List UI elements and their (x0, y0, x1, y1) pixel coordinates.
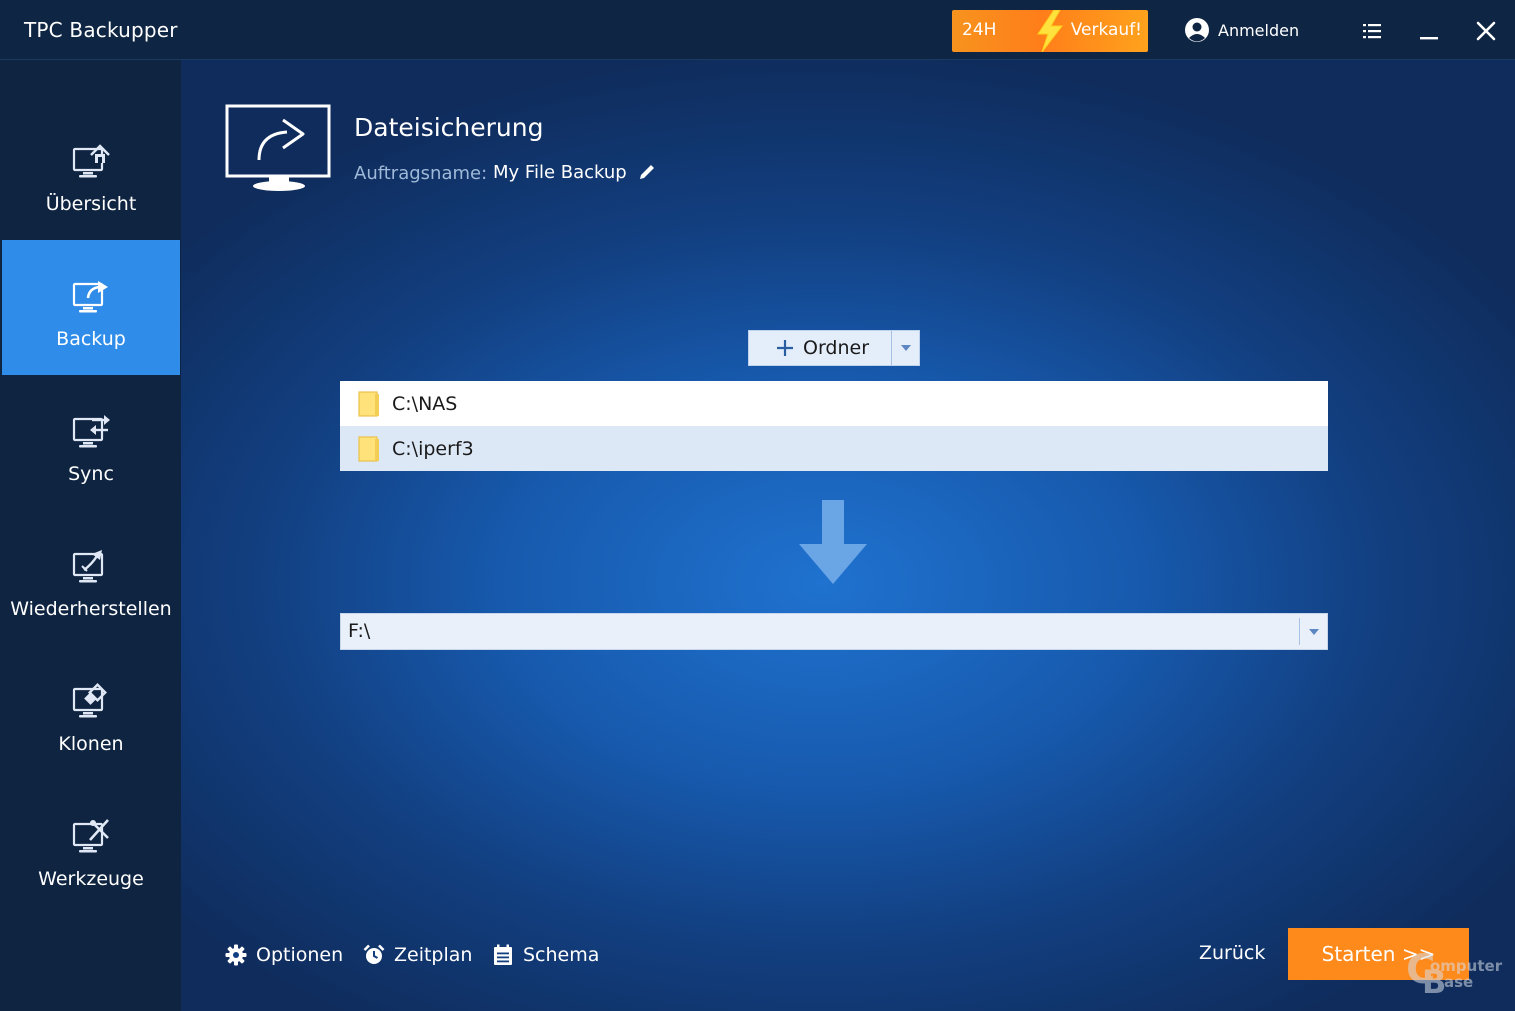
sidebar: Übersicht Backup Sync Wiederherstellen K… (0, 60, 181, 1011)
arrow-down-icon (799, 500, 867, 584)
sale-banner[interactable]: 24H Verkauf! (952, 10, 1148, 52)
sidebar-item-backup[interactable]: Backup (2, 240, 180, 375)
plus-icon (777, 340, 793, 356)
sync-monitor-icon (72, 415, 110, 448)
app-title: TPC Backupper (24, 18, 178, 42)
close-button[interactable] (1469, 14, 1503, 48)
lightning-icon (1037, 10, 1064, 52)
scheme-label: Schema (523, 944, 600, 966)
destination-dropdown[interactable] (1299, 618, 1327, 645)
backup-monitor-icon (72, 281, 108, 313)
sidebar-item-restore[interactable]: Wiederherstellen (2, 510, 180, 645)
sidebar-item-label: Übersicht (45, 193, 137, 215)
chevron-down-icon (1308, 628, 1319, 635)
pencil-icon[interactable] (637, 162, 657, 182)
destination-select[interactable]: F:\ (340, 613, 1328, 650)
main-panel: Dateisicherung Auftragsname: My File Bac… (181, 60, 1515, 1011)
options-label: Optionen (256, 944, 344, 966)
user-icon (1185, 18, 1209, 42)
source-list: C:\NAS C:\iperf3 (340, 381, 1328, 471)
list-item[interactable]: C:\NAS (340, 381, 1328, 426)
list-menu-icon (1363, 24, 1381, 39)
destination-value: F:\ (348, 620, 371, 642)
gear-icon (225, 944, 247, 966)
clone-monitor-icon (72, 683, 107, 718)
sidebar-item-clone[interactable]: Klonen (2, 645, 180, 780)
file-backup-monitor-icon (225, 104, 331, 191)
tools-monitor-icon (72, 819, 109, 853)
options-button[interactable]: Optionen (225, 940, 343, 970)
sidebar-item-overview[interactable]: Übersicht (2, 105, 180, 240)
close-icon (1476, 21, 1496, 41)
title-bar: TPC Backupper 24H Verkauf! Anmelden (0, 0, 1515, 60)
add-folder-dropdown[interactable] (891, 331, 919, 365)
restore-monitor-icon (72, 550, 104, 583)
sidebar-item-label: Wiederherstellen (10, 598, 172, 620)
alarm-clock-icon (363, 944, 385, 964)
schedule-label: Zeitplan (394, 944, 473, 966)
list-item[interactable]: C:\iperf3 (340, 426, 1328, 471)
sidebar-item-label: Klonen (58, 733, 124, 755)
minimize-icon (1420, 37, 1438, 40)
sidebar-item-label: Backup (56, 328, 126, 350)
login-label: Anmelden (1218, 20, 1300, 40)
watermark-line2: ase (1444, 973, 1474, 991)
add-folder-button[interactable]: Ordner (748, 330, 920, 366)
sidebar-item-label: Werkzeuge (38, 868, 144, 890)
chevron-down-icon (900, 345, 911, 351)
home-monitor-icon (72, 144, 110, 178)
page-title: Dateisicherung (354, 113, 544, 142)
minimize-button[interactable] (1412, 14, 1446, 48)
add-folder-label: Ordner (803, 337, 870, 359)
sidebar-item-sync[interactable]: Sync (2, 375, 180, 510)
job-name-label: Auftragsname: (354, 163, 488, 184)
watermark-b-glyph: B (1422, 963, 1447, 1001)
back-button[interactable]: Zurück (1199, 942, 1265, 964)
schedule-button[interactable]: Zeitplan (363, 940, 472, 970)
login-button[interactable]: Anmelden (1184, 16, 1299, 44)
source-path: C:\NAS (392, 392, 458, 415)
source-path: C:\iperf3 (392, 437, 474, 460)
sidebar-item-label: Sync (68, 463, 114, 485)
scheme-button[interactable]: Schema (492, 940, 599, 970)
job-name-value: My File Backup (493, 162, 627, 183)
menu-button[interactable] (1355, 14, 1389, 48)
watermark-logo: C omputer B ase (1406, 947, 1514, 1005)
sidebar-item-tools[interactable]: Werkzeuge (2, 780, 180, 915)
calendar-icon (494, 944, 512, 965)
add-folder-main[interactable]: Ordner (749, 331, 891, 365)
sale-badge-24h: 24H (962, 20, 997, 40)
folder-icon (358, 435, 379, 462)
sale-badge-text: Verkauf! (1070, 20, 1142, 40)
folder-icon (358, 390, 379, 417)
